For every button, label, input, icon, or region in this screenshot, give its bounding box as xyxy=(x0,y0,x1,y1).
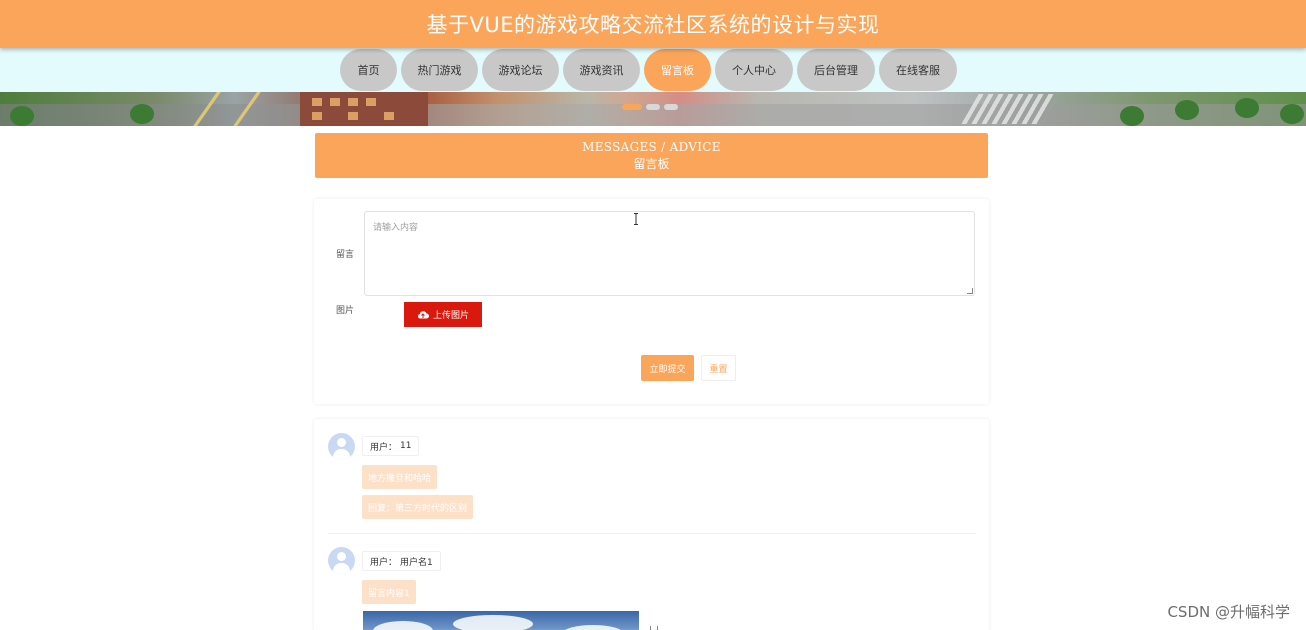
user-prefix: 用户： xyxy=(370,442,398,453)
user-name: 11 xyxy=(400,441,412,451)
text-cursor-icon xyxy=(634,213,638,225)
watermark: CSDN @升幅科学 xyxy=(1167,603,1290,621)
nav-item-news[interactable]: 游戏资讯 xyxy=(563,49,640,91)
message-input[interactable] xyxy=(364,211,975,296)
message-label: 留言 xyxy=(336,250,355,260)
section-title-en: MESSAGES / ADVICE xyxy=(582,140,721,154)
comment-list: 用户： 11 地方撒旦和哈哈 回复：第三方时代的区别 用户： 用户名1 留言内容1 xyxy=(314,419,989,630)
avatar xyxy=(328,547,355,574)
user-name: 用户名1 xyxy=(400,557,433,568)
resize-grip-icon[interactable] xyxy=(967,288,973,294)
comment-image xyxy=(363,611,639,630)
banner-tree xyxy=(10,106,34,126)
nav-item-forum[interactable]: 游戏论坛 xyxy=(482,49,559,91)
submit-button[interactable]: 立即提交 xyxy=(641,355,694,381)
comment-reply: 回复：第三方时代的区别 xyxy=(362,495,474,519)
upload-image-button[interactable]: 上传图片 xyxy=(404,302,482,327)
comment-content: 留言内容1 xyxy=(362,580,416,604)
comment-content: 地方撒旦和哈哈 xyxy=(362,465,438,489)
nav-item-home[interactable]: 首页 xyxy=(340,49,397,91)
message-form: 留言 图片 上传图片 立即提交 重置 xyxy=(314,199,989,404)
user-tag: 用户： 11 xyxy=(362,436,420,456)
avatar xyxy=(328,433,355,460)
banner-tree xyxy=(130,104,154,124)
banner-building xyxy=(300,92,428,126)
upload-button-label: 上传图片 xyxy=(432,311,469,321)
nav-item-admin[interactable]: 后台管理 xyxy=(797,49,875,91)
nav-item-message-board[interactable]: 留言板 xyxy=(644,49,711,91)
nav-item-personal-center[interactable]: 个人中心 xyxy=(715,49,793,91)
banner-tree xyxy=(1175,100,1199,120)
banner-tree xyxy=(1280,104,1304,124)
banner-tree xyxy=(1120,106,1144,126)
site-header: 基于VUE的游戏攻略交流社区系统的设计与实现 xyxy=(0,0,1306,48)
user-tag: 用户： 用户名1 xyxy=(362,551,441,571)
image-label: 图片 xyxy=(336,306,355,316)
nav-item-online-service[interactable]: 在线客服 xyxy=(879,49,957,91)
section-heading: MESSAGES / ADVICE 留言板 xyxy=(315,133,988,178)
nav-list: 首页 热门游戏 游戏论坛 游戏资讯 留言板 个人中心 后台管理 在线客服 xyxy=(340,49,957,91)
carousel-dot[interactable] xyxy=(664,104,678,110)
reset-button[interactable]: 重置 xyxy=(701,355,736,381)
banner-tree xyxy=(1235,98,1259,118)
nav-item-hot-games[interactable]: 热门游戏 xyxy=(401,49,478,91)
image-marker-icon xyxy=(650,626,658,630)
carousel-dot[interactable] xyxy=(622,104,642,110)
section-title-cn: 留言板 xyxy=(633,157,670,171)
carousel-indicators xyxy=(622,104,678,110)
cloud-upload-icon xyxy=(418,311,429,319)
user-prefix: 用户： xyxy=(370,557,398,568)
nav-bar: 首页 热门游戏 游戏论坛 游戏资讯 留言板 个人中心 后台管理 在线客服 xyxy=(0,48,1306,92)
comment-divider xyxy=(328,533,976,534)
carousel-dot[interactable] xyxy=(646,104,660,110)
site-title: 基于VUE的游戏攻略交流社区系统的设计与实现 xyxy=(426,13,880,37)
